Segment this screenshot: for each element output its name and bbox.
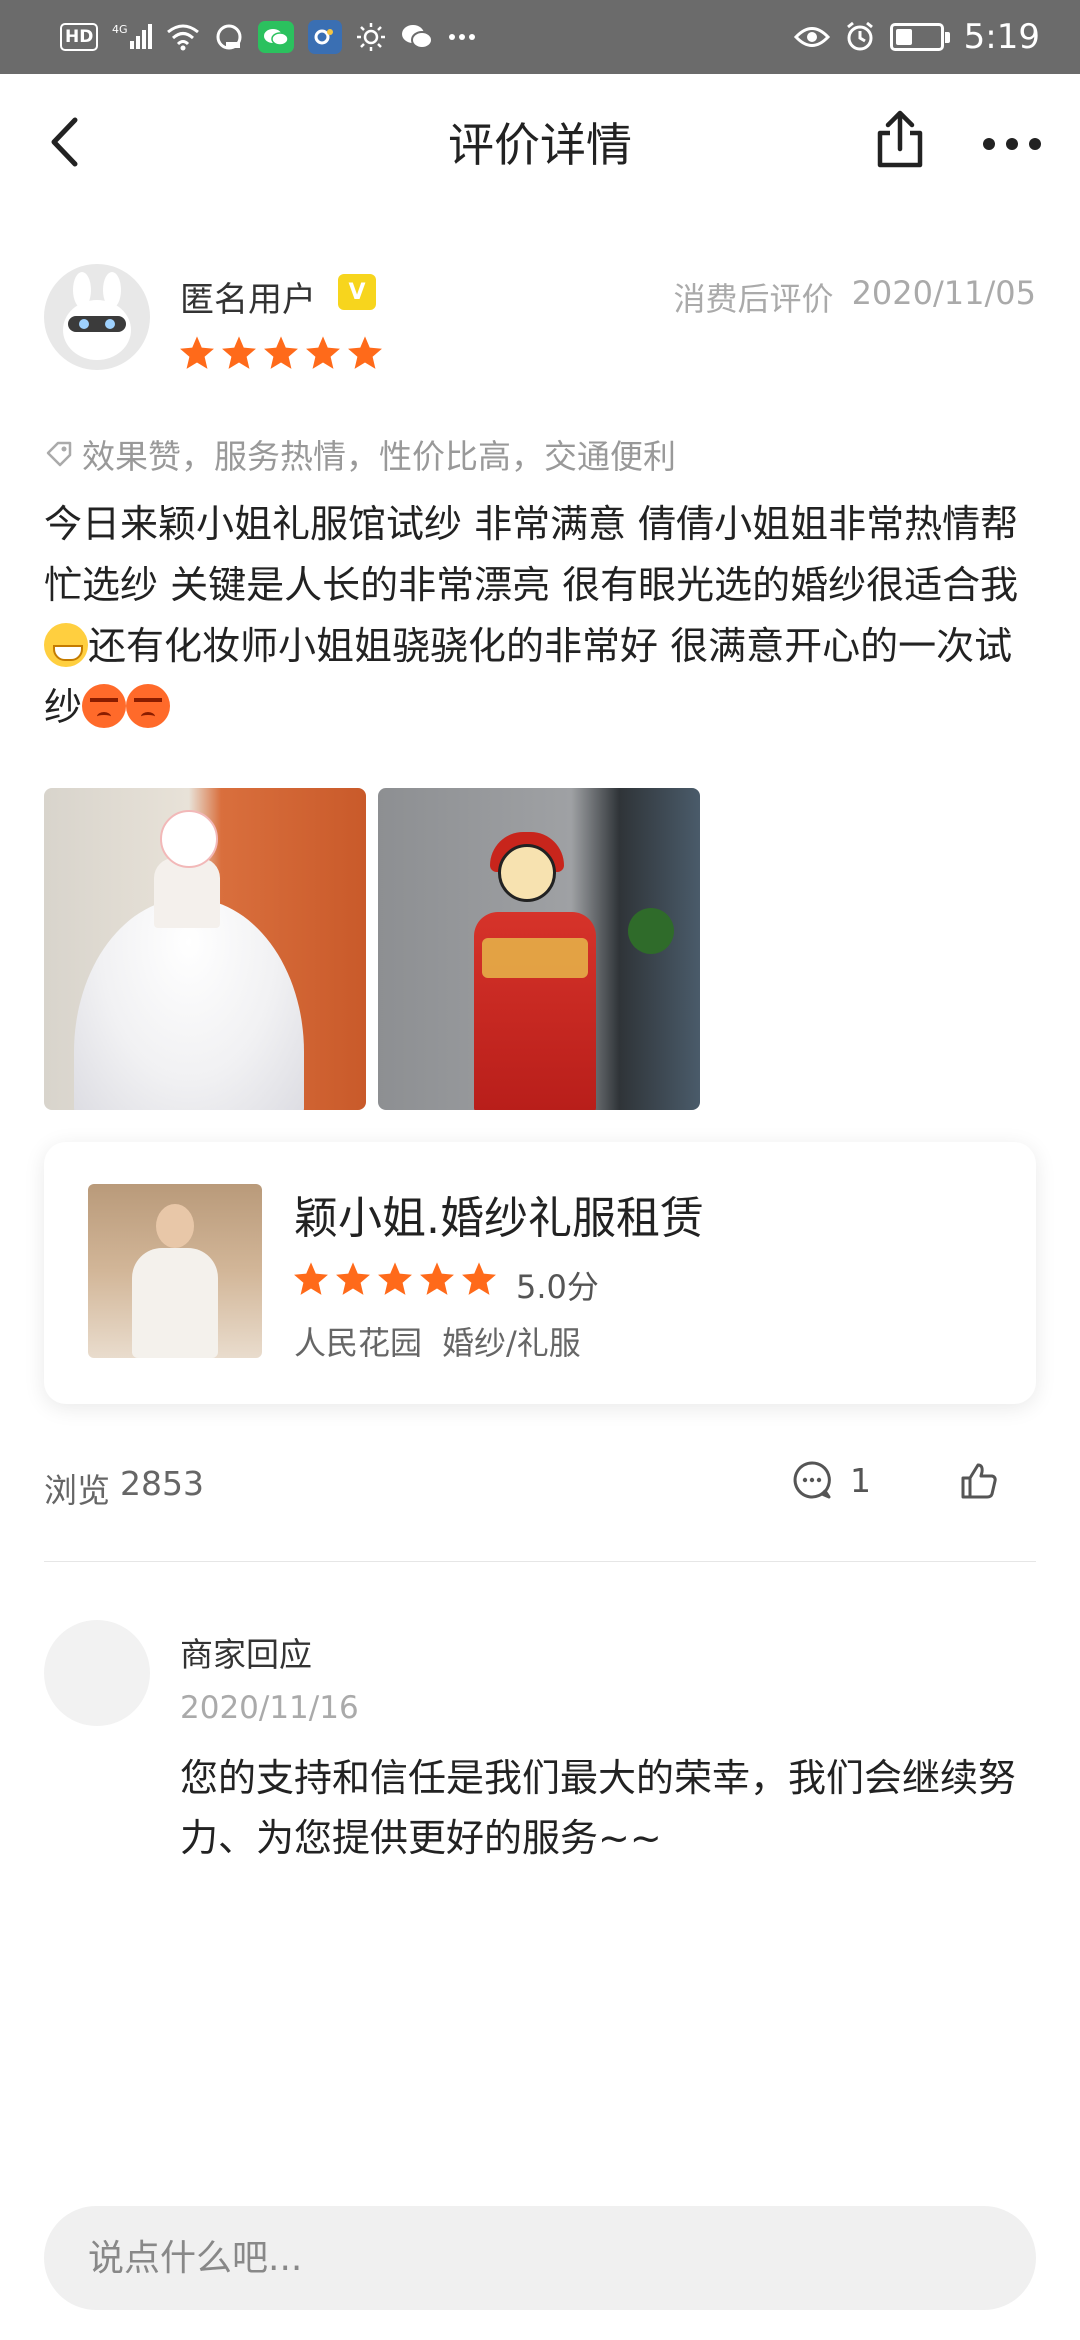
signal-icon: 4G (112, 19, 153, 55)
status-bar-left: HD 4G (60, 19, 476, 55)
shop-tags: 人民花园 婚纱/礼服 (294, 1318, 581, 1364)
app-q-icon (214, 19, 244, 55)
star-icon (294, 1262, 328, 1295)
shop-card[interactable]: 颖小姐.婚纱礼服租赁 5.0分 人民花园 婚纱/礼服 (44, 1142, 1036, 1404)
status-bar-right: 5:19 (793, 17, 1040, 57)
shop-thumbnail (88, 1184, 262, 1358)
views-label: 浏览 (44, 1471, 110, 1510)
model-head-shape (156, 1204, 194, 1248)
comment-icon (793, 1461, 831, 1499)
eye-icon (793, 19, 830, 55)
alarm-icon (844, 19, 876, 55)
review-tags-text: 效果赞，服务热情，性价比高，交通便利 (82, 437, 676, 476)
network-label: 4G (112, 23, 128, 36)
chevron-left-icon (51, 117, 78, 167)
more-dots-icon (983, 138, 1041, 150)
app-icon (308, 20, 343, 54)
status-time: 5:19 (963, 17, 1040, 57)
more-dots-icon (448, 19, 476, 55)
review-text-part-1: 今日来颖小姐礼服馆试纱 非常满意 倩倩小姐姐非常热情帮忙选纱 关键是人长的非常漂… (44, 502, 1019, 607)
thumbs-up-icon (961, 1463, 997, 1499)
views-number: 2853 (120, 1464, 204, 1503)
merchant-reply-label: 商家回应 (180, 1635, 312, 1674)
dress-gold-trim (482, 938, 588, 978)
review-meta-label: 消费后评价 (673, 280, 834, 318)
shop-name: 颖小姐.婚纱礼服租赁 (294, 1193, 704, 1244)
angry-emoji-icon (82, 684, 127, 728)
divider (44, 1561, 1036, 1562)
angry-emoji-icon (126, 684, 171, 728)
user-avatar[interactable] (44, 264, 150, 370)
battery-level (895, 29, 913, 45)
merchant-reply-text: 您的支持和信任是我们最大的荣幸，我们会继续努力、为您提供更好的服务~~ (180, 1756, 1017, 1860)
more-button[interactable] (972, 114, 1052, 174)
username[interactable]: 匿名用户 (180, 272, 316, 321)
page-title: 评价详情 (448, 118, 632, 172)
share-button[interactable] (870, 104, 930, 174)
tag-icon (46, 441, 72, 467)
review-photo-red-dress[interactable] (378, 788, 700, 1110)
shop-area: 人民花园 (294, 1324, 423, 1362)
user-rating-stars (178, 334, 384, 372)
gown-bodice (154, 858, 220, 928)
comment-button[interactable]: 1 (792, 1460, 871, 1500)
wifi-icon (166, 19, 200, 55)
shop-score: 5.0分 (516, 1268, 599, 1306)
face-sticker-icon (160, 810, 218, 868)
review-photo-wedding-gown[interactable] (44, 788, 366, 1110)
shop-rating-stars (292, 1260, 498, 1298)
review-date: 2020/11/05 (851, 274, 1036, 312)
gown-shape (74, 898, 304, 1110)
merchant-reply-date: 2020/11/16 (180, 1690, 359, 1726)
star-icon (462, 1262, 496, 1295)
plant-shape (628, 908, 674, 954)
status-bar: HD 4G 5:19 (0, 0, 1080, 74)
star-icon (336, 1262, 370, 1295)
review-tags: 效果赞，服务热情，性价比高，交通便利 (44, 430, 676, 478)
brightness-icon (356, 19, 386, 55)
hd-icon: HD (60, 23, 99, 51)
review-detail-page: HD 4G 5:19 评价详情 匿名用户 V 消费后评价 2020/11/05 … (0, 0, 1080, 2340)
review-meta: 消费后评价 2020/11/05 (674, 274, 1036, 320)
star-icon (378, 1262, 412, 1295)
grin-emoji-icon (44, 623, 88, 667)
shop-category: 婚纱/礼服 (442, 1324, 581, 1362)
review-text-part-2: 还有化妆师小姐姐骁骁化的非常好 很满意开心的一次试纱 (44, 624, 1013, 729)
views-count: 浏览 2853 (44, 1464, 204, 1512)
wechat-icon (258, 21, 295, 53)
vip-badge: V (338, 274, 376, 310)
back-button[interactable] (36, 112, 92, 172)
review-text: 今日来颖小姐礼服馆试纱 非常满意 倩倩小姐姐非常热情帮忙选纱 关键是人长的非常漂… (44, 494, 1044, 738)
star-icon (420, 1262, 454, 1295)
battery-icon (889, 23, 950, 51)
comment-count: 1 (850, 1460, 871, 1500)
panda-sticker-icon (498, 844, 556, 902)
star-icon (180, 336, 214, 369)
model-dress-shape (132, 1248, 218, 1358)
like-button[interactable] (956, 1458, 1002, 1504)
share-icon (877, 110, 923, 168)
star-icon (348, 336, 382, 369)
merchant-avatar (44, 1620, 150, 1726)
wechat-chat-icon (400, 19, 434, 55)
star-icon (306, 336, 340, 369)
comment-input[interactable] (44, 2206, 1036, 2310)
star-icon (264, 336, 298, 369)
nav-bar: 评价详情 (0, 74, 1080, 210)
anonymous-avatar-icon (63, 272, 131, 360)
star-icon (222, 336, 256, 369)
